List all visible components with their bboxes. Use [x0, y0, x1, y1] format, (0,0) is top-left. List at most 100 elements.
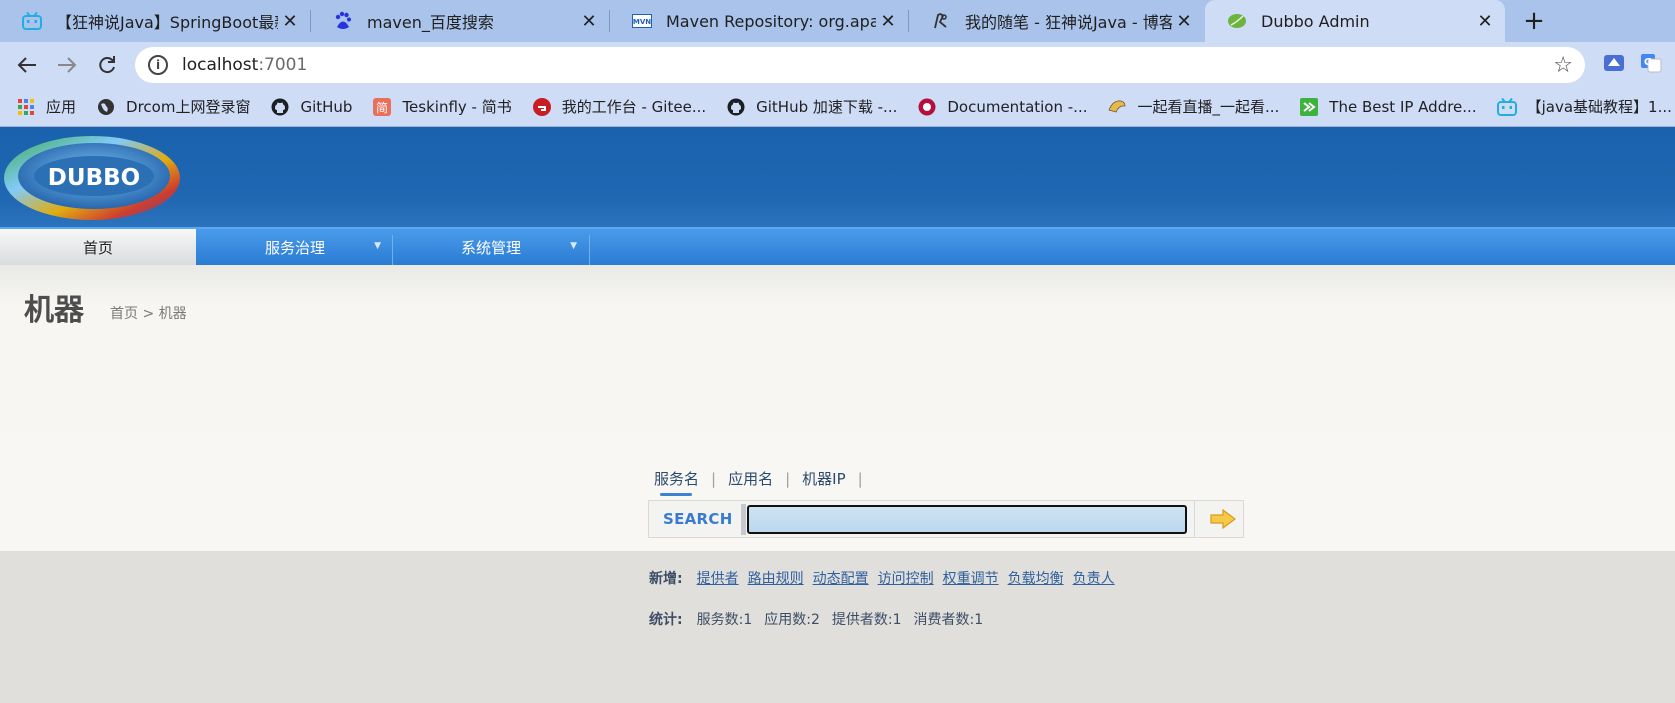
doc-icon [917, 97, 937, 117]
nav-label: 服务治理 [264, 238, 325, 257]
search-submit-arrow-icon[interactable] [1209, 508, 1237, 530]
search-box: SEARCH [648, 500, 1244, 538]
bilibili-icon [22, 11, 42, 31]
add-route-link[interactable]: 路由规则 [748, 568, 804, 588]
tab-title: 【狂神说Java】SpringBoot最新教程 [56, 13, 278, 32]
bilibili-icon [1496, 97, 1517, 117]
apps-grid-icon [16, 97, 36, 117]
nav-system-management[interactable]: 系统管理 ▼ [393, 229, 589, 265]
tab-machine-ip[interactable]: 机器IP [802, 468, 845, 489]
reload-button[interactable] [92, 50, 122, 80]
page-title: 机器 [24, 293, 84, 328]
bookmark-label: 一起看直播_一起看... [1137, 98, 1280, 116]
tab-separator: | [711, 469, 717, 488]
close-icon[interactable]: ✕ [577, 9, 601, 33]
search-label: SEARCH [663, 510, 733, 528]
close-icon[interactable]: ✕ [278, 9, 302, 33]
add-weight-link[interactable]: 权重调节 [943, 568, 999, 588]
nav-label: 系统管理 [460, 238, 521, 257]
stat-consumers: 消费者数:1 [913, 612, 984, 628]
forward-button[interactable] [52, 50, 82, 80]
close-icon[interactable]: ✕ [876, 9, 900, 33]
reload-icon [99, 56, 115, 74]
bookmark-label: Drcom上网登录窗 [126, 98, 251, 116]
info-icon[interactable]: i [148, 55, 168, 75]
bookmarks-bar: 应用 Drcom上网登录窗 GitHub 简 Teskinfly - 简书 我的… [0, 87, 1675, 127]
bookmark-item[interactable]: Drcom上网登录窗 [96, 96, 250, 117]
tab-separator: | [785, 469, 791, 488]
arrow-left-icon [17, 57, 36, 73]
cnblogs-icon [931, 11, 951, 31]
tab-title: maven_百度搜索 [367, 13, 494, 32]
nav-home[interactable]: 首页 [0, 229, 196, 265]
add-dynamic-config-link[interactable]: 动态配置 [813, 568, 869, 588]
baidu-icon [333, 11, 353, 31]
bookmark-item[interactable]: 【java基础教程】1... [1496, 96, 1672, 117]
svg-text:简: 简 [376, 101, 388, 115]
breadcrumb: 首页 > 机器 [110, 306, 187, 322]
svg-text:DUBBO: DUBBO [48, 165, 140, 191]
browser-tab-active[interactable]: Dubbo Admin ✕ [1205, 0, 1505, 42]
close-icon[interactable]: ✕ [1172, 9, 1196, 33]
bookmark-label: 应用 [46, 98, 77, 116]
tab-title: 我的随笔 - 狂神说Java - 博客园 [965, 13, 1172, 32]
stats-row: 统计: 服务数:1 应用数:2 提供者数:1 消费者数:1 [649, 609, 995, 629]
bookmark-item[interactable]: The Best IP Addre... [1299, 97, 1477, 117]
bookmark-star-icon[interactable]: ☆ [1553, 53, 1573, 78]
tab-application-name[interactable]: 应用名 [728, 468, 773, 489]
extension-bird-icon[interactable] [1603, 52, 1625, 74]
tab-separator: | [857, 469, 863, 488]
globe-icon [96, 97, 116, 117]
add-load-balance-link[interactable]: 负载均衡 [1008, 568, 1064, 588]
svg-text:G: G [1644, 57, 1652, 68]
close-icon[interactable]: ✕ [1473, 9, 1497, 33]
tab-title: Maven Repository: org.apache [666, 11, 876, 31]
app-header: DUBBO [0, 127, 1675, 227]
add-access-control-link[interactable]: 访问控制 [878, 568, 934, 588]
bookmark-label: GitHub [300, 97, 353, 116]
bookmark-label: Teskinfly - 简书 [402, 98, 512, 116]
search-type-tabs: 服务名 | 应用名 | 机器IP | [654, 468, 875, 496]
bookmark-label: GitHub 加速下载 -... [756, 98, 898, 116]
bookmark-label: Documentation -... [947, 97, 1088, 116]
browser-tab[interactable]: 我的随笔 - 狂神说Java - 博客园 ✕ [909, 0, 1204, 42]
quick-add-label: 新增: [649, 571, 683, 587]
new-tab-button[interactable]: + [1518, 5, 1550, 37]
search-input[interactable] [747, 505, 1187, 534]
back-button[interactable] [12, 50, 42, 80]
svg-text:MVN: MVN [633, 18, 651, 26]
browser-tabstrip: 【狂神说Java】SpringBoot最新教程 ✕ maven_百度搜索 ✕ M… [0, 0, 1675, 42]
bookmark-label: The Best IP Addre... [1329, 97, 1477, 116]
github-icon [270, 97, 290, 117]
bookmark-item[interactable]: 一起看直播_一起看... [1107, 96, 1279, 117]
dubbo-logo[interactable]: DUBBO [0, 132, 182, 224]
address-bar[interactable]: i localhost:7001 ☆ [135, 47, 1585, 83]
main-nav: 首页 服务治理 ▼ 系统管理 ▼ [0, 227, 1675, 265]
bookmark-item[interactable]: GitHub 加速下载 -... [726, 96, 897, 117]
tab-service-name[interactable]: 服务名 [654, 468, 699, 496]
add-provider-link[interactable]: 提供者 [697, 568, 739, 588]
leaf-icon [1227, 11, 1247, 31]
caret-down-icon: ▼ [374, 241, 381, 251]
browser-tab[interactable]: maven_百度搜索 ✕ [311, 0, 609, 42]
stat-providers: 提供者数:1 [831, 612, 902, 628]
nav-label: 首页 [82, 238, 113, 257]
nav-divider [589, 235, 590, 265]
bookmark-item[interactable]: 简 Teskinfly - 简书 [372, 96, 512, 117]
url-text: localhost:7001 [182, 55, 308, 75]
bookmark-item[interactable]: 应用 [16, 96, 76, 117]
tab-title: Dubbo Admin [1261, 11, 1370, 31]
github-icon [726, 97, 746, 117]
browser-tab[interactable]: MVN Maven Repository: org.apache ✕ [610, 0, 908, 42]
ip-icon [1299, 97, 1319, 117]
search-divider [741, 504, 746, 535]
bookmark-item[interactable]: 我的工作台 - Gitee... [532, 96, 706, 117]
stats-label: 统计: [649, 612, 683, 628]
browser-tab[interactable]: 【狂神说Java】SpringBoot最新教程 ✕ [0, 0, 310, 42]
nav-service-governance[interactable]: 服务治理 ▼ [197, 229, 393, 265]
bookmark-item[interactable]: GitHub [270, 97, 352, 117]
add-owner-link[interactable]: 负责人 [1073, 568, 1115, 588]
mvn-icon: MVN [632, 11, 652, 31]
bookmark-item[interactable]: Documentation -... [917, 97, 1087, 117]
google-translate-icon[interactable]: G [1640, 52, 1662, 74]
